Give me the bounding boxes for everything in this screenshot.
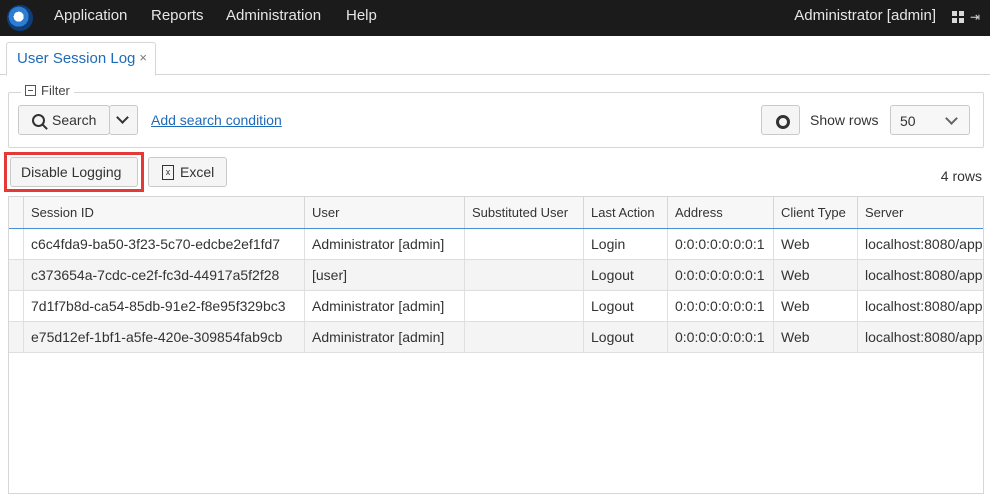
address-cell[interactable]: 0:0:0:0:0:0:0:1 (668, 291, 774, 321)
session-id-cell[interactable]: c6c4fda9-ba50-3f23-5c70-edcbe2ef1fd7 (24, 229, 305, 259)
logout-icon[interactable]: ⇥ (970, 10, 982, 24)
substituted-user-cell[interactable] (465, 291, 584, 321)
rows-per-page-select[interactable]: 50 (890, 105, 970, 135)
collapse-icon[interactable] (25, 85, 36, 96)
server-cell[interactable]: localhost:8080/app (858, 260, 983, 290)
search-icon (32, 114, 45, 127)
row-selector[interactable] (9, 229, 24, 259)
search-button[interactable]: Search (18, 105, 110, 135)
column-substituted-user[interactable]: Substituted User (465, 197, 584, 228)
filter-legend[interactable]: Filter (21, 83, 74, 98)
app-logo-icon[interactable] (7, 5, 33, 31)
show-rows-label: Show rows (810, 112, 879, 128)
menu-reports[interactable]: Reports (151, 0, 204, 36)
top-navigation-bar: Application Reports Administration Help … (0, 0, 990, 36)
session-log-table: Session ID User Substituted User Last Ac… (8, 196, 984, 494)
table-header: Session ID User Substituted User Last Ac… (9, 197, 983, 229)
user-cell[interactable]: Administrator [admin] (305, 291, 465, 321)
excel-icon: x (162, 165, 174, 180)
rows-per-page-value: 50 (900, 113, 916, 129)
excel-label: Excel (180, 164, 215, 180)
client-type-cell[interactable]: Web (774, 229, 858, 259)
tab-bar: User Session Log × (0, 36, 990, 76)
session-id-cell[interactable]: 7d1f7b8d-ca54-85db-91e2-f8e95f329bc3 (24, 291, 305, 321)
address-cell[interactable]: 0:0:0:0:0:0:0:1 (668, 322, 774, 352)
session-id-cell[interactable]: c373654a-7cdc-ce2f-fc3d-44917a5f2f28 (24, 260, 305, 290)
row-count: 4 rows (940, 168, 982, 184)
row-selector[interactable] (9, 260, 24, 290)
gear-icon (776, 115, 790, 129)
menu-help[interactable]: Help (346, 0, 377, 36)
last-action-cell[interactable]: Logout (584, 260, 668, 290)
excel-export-button[interactable]: x Excel (148, 157, 227, 187)
column-server[interactable]: Server (858, 197, 983, 228)
session-id-cell[interactable]: e75d12ef-1bf1-a5fe-420e-309854fab9cb (24, 322, 305, 352)
search-options-dropdown[interactable] (109, 105, 138, 135)
last-action-cell[interactable]: Login (584, 229, 668, 259)
table-row[interactable]: c6c4fda9-ba50-3f23-5c70-edcbe2ef1fd7 Adm… (9, 228, 983, 261)
disable-logging-label: Disable Logging (21, 164, 122, 180)
menu-application[interactable]: Application (54, 0, 127, 36)
user-cell[interactable]: Administrator [admin] (305, 322, 465, 352)
address-cell[interactable]: 0:0:0:0:0:0:0:1 (668, 260, 774, 290)
column-last-action[interactable]: Last Action (584, 197, 668, 228)
disable-logging-button[interactable]: Disable Logging (10, 157, 138, 187)
search-button-label: Search (52, 112, 97, 128)
last-action-cell[interactable]: Logout (584, 322, 668, 352)
server-cell[interactable]: localhost:8080/app (858, 322, 983, 352)
chevron-down-icon (116, 111, 129, 124)
user-cell[interactable]: Administrator [admin] (305, 229, 465, 259)
menu-administration[interactable]: Administration (226, 0, 321, 36)
column-session-id[interactable]: Session ID (24, 197, 305, 228)
table-row[interactable]: c373654a-7cdc-ce2f-fc3d-44917a5f2f28 [us… (9, 260, 983, 291)
user-cell[interactable]: [user] (305, 260, 465, 290)
client-type-cell[interactable]: Web (774, 260, 858, 290)
server-cell[interactable]: localhost:8080/app (858, 291, 983, 321)
settings-button[interactable] (761, 105, 800, 135)
substituted-user-cell[interactable] (465, 322, 584, 352)
filter-label: Filter (41, 83, 70, 98)
column-address[interactable]: Address (668, 197, 774, 228)
table-row[interactable]: 7d1f7b8d-ca54-85db-91e2-f8e95f329bc3 Adm… (9, 291, 983, 322)
client-type-cell[interactable]: Web (774, 291, 858, 321)
tab-label: User Session Log (17, 50, 136, 67)
server-cell[interactable]: localhost:8080/app (858, 229, 983, 259)
client-type-cell[interactable]: Web (774, 322, 858, 352)
substituted-user-cell[interactable] (465, 229, 584, 259)
current-user[interactable]: Administrator [admin] (794, 0, 936, 36)
chevron-down-icon (945, 112, 958, 125)
row-selector[interactable] (9, 322, 24, 352)
row-selector[interactable] (9, 291, 24, 321)
column-user[interactable]: User (305, 197, 465, 228)
tab-user-session-log[interactable]: User Session Log × (6, 42, 156, 76)
grid-icon[interactable] (952, 11, 964, 23)
last-action-cell[interactable]: Logout (584, 291, 668, 321)
table-row[interactable]: e75d12ef-1bf1-a5fe-420e-309854fab9cb Adm… (9, 322, 983, 353)
close-icon[interactable]: × (139, 50, 147, 65)
address-cell[interactable]: 0:0:0:0:0:0:0:1 (668, 229, 774, 259)
row-selector-header (9, 197, 24, 228)
column-client-type[interactable]: Client Type (774, 197, 858, 228)
add-search-condition-link[interactable]: Add search condition (151, 112, 282, 128)
substituted-user-cell[interactable] (465, 260, 584, 290)
